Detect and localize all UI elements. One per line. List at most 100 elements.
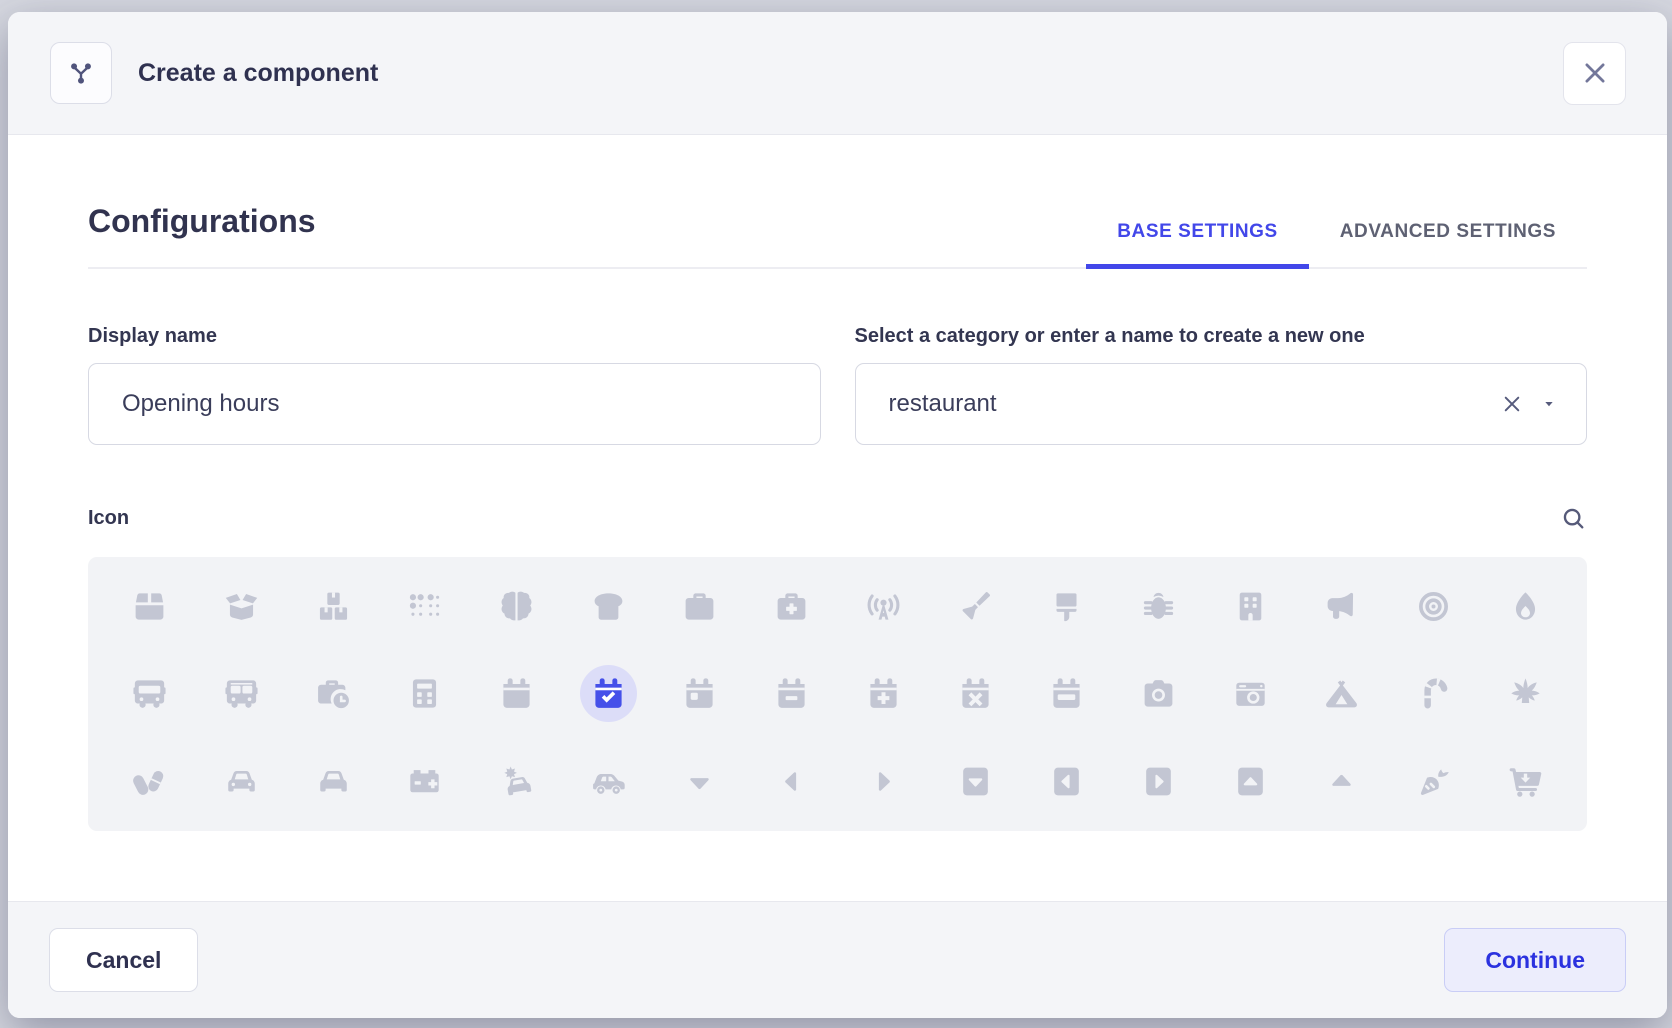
x-clear-icon[interactable] <box>1499 391 1525 417</box>
icon-disc <box>213 665 270 722</box>
icon-bus-alt[interactable] <box>196 650 288 737</box>
icon-disc <box>1222 753 1279 810</box>
search-icon[interactable] <box>1560 505 1587 532</box>
icon-disc <box>1405 578 1462 635</box>
icon-broom[interactable] <box>929 563 1021 650</box>
section-heading: Configurations <box>88 203 316 240</box>
icon-caret-left[interactable] <box>746 738 838 825</box>
icon-braille[interactable] <box>379 563 471 650</box>
icon-camera[interactable] <box>1113 650 1205 737</box>
icon-disc <box>396 753 453 810</box>
icon-cart-arrow-down[interactable] <box>1479 738 1571 825</box>
icon-caret-down[interactable] <box>654 738 746 825</box>
icon-disc <box>1313 578 1370 635</box>
icon-disc <box>855 753 912 810</box>
icon-calendar-plus[interactable] <box>838 650 930 737</box>
icon-caret-square-left[interactable] <box>1021 738 1113 825</box>
icon-disc <box>1038 753 1095 810</box>
icon-disc <box>121 753 178 810</box>
icon-business-time[interactable] <box>287 650 379 737</box>
icon-disc <box>1222 578 1279 635</box>
icon-bug[interactable] <box>1113 563 1205 650</box>
icon-disc <box>1405 753 1462 810</box>
category-input[interactable] <box>855 363 1588 445</box>
icon-disc <box>488 665 545 722</box>
create-component-modal: Create a component Configurations BASE S… <box>8 12 1667 1018</box>
icon-disc <box>855 665 912 722</box>
icon-disc <box>488 578 545 635</box>
modal-title: Create a component <box>138 59 378 88</box>
icon-disc <box>1313 753 1370 810</box>
icon-disc <box>1497 578 1554 635</box>
close-icon <box>1580 58 1610 88</box>
chevron-down-icon[interactable] <box>1541 396 1557 412</box>
display-name-input[interactable] <box>88 363 821 445</box>
icon-car-alt[interactable] <box>287 738 379 825</box>
icon-disc <box>1038 578 1095 635</box>
icon-calendar-minus[interactable] <box>746 650 838 737</box>
icon-capsules[interactable] <box>104 738 196 825</box>
icon-disc <box>1405 665 1462 722</box>
icon-disc <box>580 753 637 810</box>
icon-briefcase-medical[interactable] <box>746 563 838 650</box>
icon-bullseye[interactable] <box>1388 563 1480 650</box>
continue-button[interactable]: Continue <box>1444 928 1626 992</box>
icon-campground[interactable] <box>1296 650 1388 737</box>
icon-burn[interactable] <box>1479 563 1571 650</box>
icon-disc <box>763 665 820 722</box>
icon-candy-cane[interactable] <box>1388 650 1480 737</box>
icon-disc <box>488 753 545 810</box>
icon-car-crash[interactable] <box>471 738 563 825</box>
icon-bus[interactable] <box>104 650 196 737</box>
close-button[interactable] <box>1563 42 1626 105</box>
icon-calendar[interactable] <box>471 650 563 737</box>
icon-brush[interactable] <box>1021 563 1113 650</box>
icon-carrot[interactable] <box>1388 738 1480 825</box>
icon-car-battery[interactable] <box>379 738 471 825</box>
icon-disc <box>947 578 1004 635</box>
icon-briefcase[interactable] <box>654 563 746 650</box>
icon-disc <box>1038 665 1095 722</box>
icon-brain[interactable] <box>471 563 563 650</box>
icon-caret-square-right[interactable] <box>1113 738 1205 825</box>
icon-disc <box>1130 578 1187 635</box>
icon-caret-square-up[interactable] <box>1204 738 1296 825</box>
icon-disc <box>121 578 178 635</box>
tab-base-settings[interactable]: BASE SETTINGS <box>1086 221 1309 269</box>
icon-calendar-week[interactable] <box>1021 650 1113 737</box>
icon-bread-slice[interactable] <box>562 563 654 650</box>
icon-camera-retro[interactable] <box>1204 650 1296 737</box>
icon-disc <box>1313 665 1370 722</box>
icon-disc <box>396 578 453 635</box>
icon-boxes[interactable] <box>287 563 379 650</box>
icon-disc <box>121 665 178 722</box>
icon-building[interactable] <box>1204 563 1296 650</box>
icon-car[interactable] <box>196 738 288 825</box>
icon-caret-right[interactable] <box>838 738 930 825</box>
icon-disc <box>580 578 637 635</box>
icon-calendar-check[interactable] <box>562 650 654 737</box>
icon-car-side[interactable] <box>562 738 654 825</box>
tab-advanced-settings[interactable]: ADVANCED SETTINGS <box>1309 221 1587 267</box>
icon-disc <box>763 578 820 635</box>
icon-cannabis[interactable] <box>1479 650 1571 737</box>
icon-calendar-times[interactable] <box>929 650 1021 737</box>
icon-caret-square-down[interactable] <box>929 738 1021 825</box>
icon-caret-up[interactable] <box>1296 738 1388 825</box>
icon-disc <box>1497 753 1554 810</box>
icon-broadcast-tower[interactable] <box>838 563 930 650</box>
category-select <box>855 363 1588 445</box>
icon-disc <box>855 578 912 635</box>
icon-disc <box>671 578 728 635</box>
component-branch-icon <box>50 42 112 104</box>
icon-disc <box>671 665 728 722</box>
icon-disc <box>1130 753 1187 810</box>
icon-grid <box>88 557 1587 831</box>
icon-box-open[interactable] <box>196 563 288 650</box>
icon-calendar-day[interactable] <box>654 650 746 737</box>
icon-disc <box>213 753 270 810</box>
cancel-button[interactable]: Cancel <box>49 928 198 992</box>
icon-bullhorn[interactable] <box>1296 563 1388 650</box>
icon-box[interactable] <box>104 563 196 650</box>
icon-calculator[interactable] <box>379 650 471 737</box>
